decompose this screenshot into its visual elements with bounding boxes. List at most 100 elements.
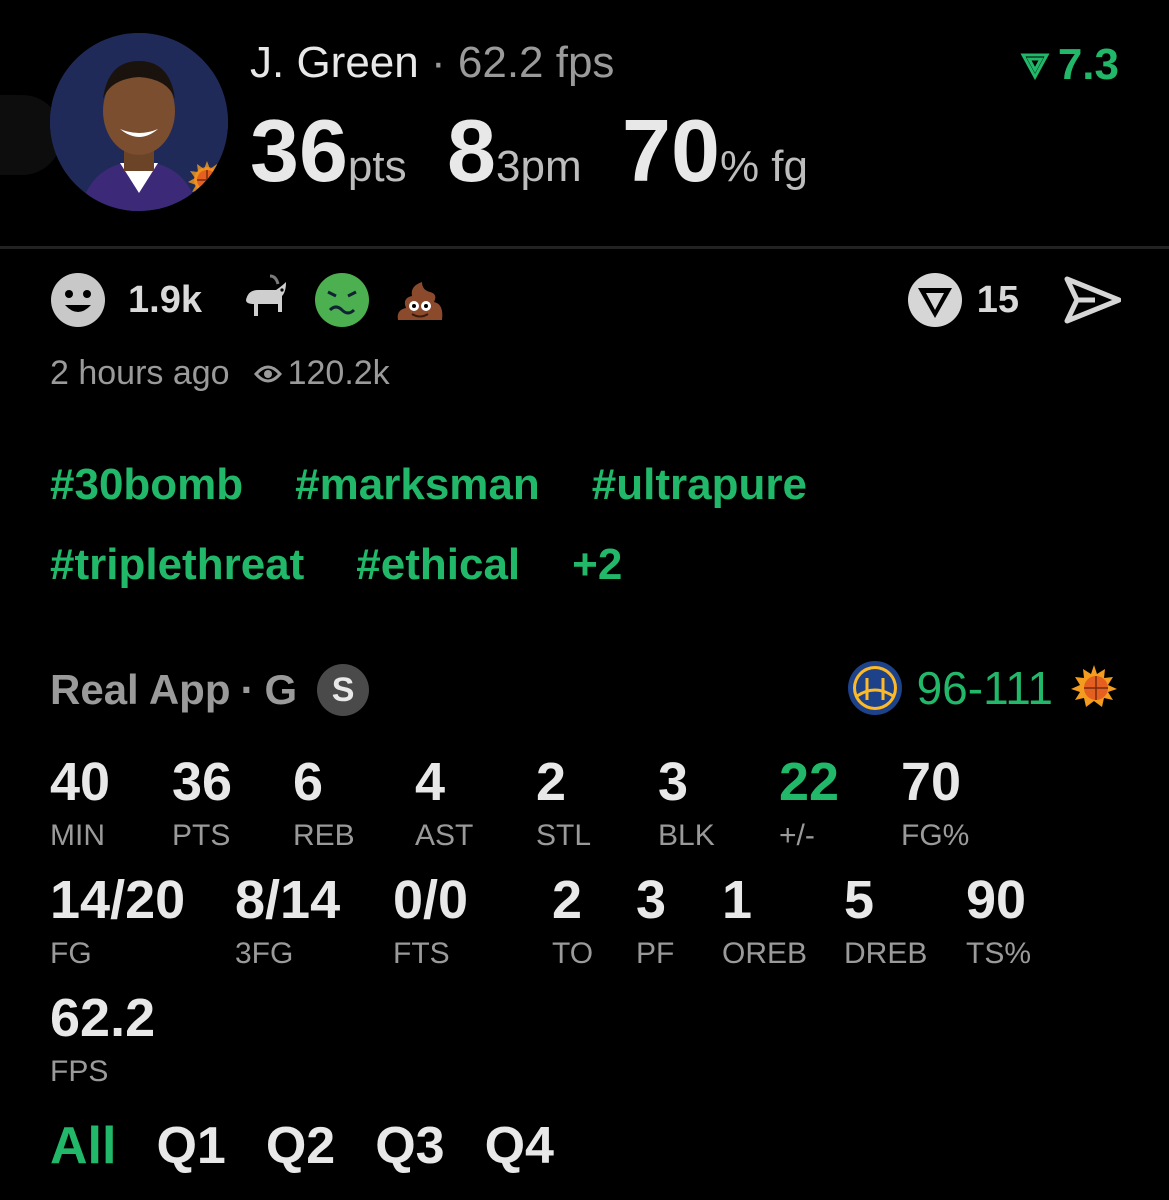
position: G: [264, 666, 298, 713]
tag[interactable]: #triplethreat: [50, 540, 304, 590]
reaction-count: 1.9k: [128, 278, 202, 321]
stat-label: TO: [552, 937, 594, 970]
player-name[interactable]: J. Green: [250, 38, 419, 87]
stat-label: FG: [50, 937, 92, 970]
stat-fps: 62.2 FPS: [50, 988, 155, 1090]
stat-reb: 6 REB: [293, 752, 355, 854]
stat-value: 3: [636, 870, 667, 930]
poop-icon[interactable]: [392, 272, 448, 328]
stat-label: PF: [636, 937, 675, 970]
player-avatar[interactable]: [50, 33, 228, 211]
separator-dot: ·: [240, 666, 255, 713]
real-coin-icon[interactable]: [907, 272, 963, 328]
reaction-bar: 1.9k: [50, 272, 448, 328]
fps-label: 62.2 fps: [457, 38, 615, 87]
stat-label: 3FG: [235, 937, 294, 970]
stat-label: FTS: [393, 937, 450, 970]
rating-value: 7.3: [1057, 40, 1119, 89]
fg-value: 70: [622, 101, 720, 200]
fg-unit: % fg: [719, 142, 808, 191]
stat-label: +/-: [779, 819, 815, 852]
stat-value: 6: [293, 752, 324, 812]
score-value: 96-111: [916, 662, 1053, 714]
stat-value: 2: [536, 752, 567, 812]
headline-stats: 36pts 83pm 70% fg: [250, 100, 844, 202]
divider: [0, 246, 1169, 249]
tag[interactable]: #ultrapure: [592, 460, 807, 510]
stat-label: STL: [536, 819, 592, 852]
sick-face-icon[interactable]: [314, 272, 370, 328]
stat-value: 5: [844, 870, 875, 930]
suns-logo-icon: [188, 161, 226, 198]
stat-label: AST: [415, 819, 474, 852]
post-meta: 2 hours ago 120.2k: [50, 354, 390, 393]
tag[interactable]: #30bomb: [50, 460, 243, 510]
tag[interactable]: #marksman: [295, 460, 540, 510]
stat-label: FG%: [901, 819, 970, 852]
stat-label: PTS: [172, 819, 231, 852]
tab-q3[interactable]: Q3: [375, 1116, 444, 1176]
suns-logo-icon: [1071, 665, 1117, 707]
stat-value: 90: [966, 870, 1027, 930]
smiley-icon[interactable]: [50, 272, 106, 328]
stat-pf: 3 PF: [636, 870, 674, 972]
separator-dot: ·: [430, 38, 446, 87]
stat-label: FPS: [50, 1055, 109, 1088]
stat-value: 2: [552, 870, 583, 930]
stat-value: 70: [901, 752, 962, 812]
threes-value: 8: [447, 101, 496, 200]
threes-unit: 3pm: [496, 142, 582, 191]
stat-oreb: 1 OREB: [722, 870, 807, 972]
stat-label: BLK: [658, 819, 715, 852]
stat-value: 0/0: [393, 870, 469, 930]
eye-icon: [253, 365, 282, 382]
stat-value: 62.2: [50, 988, 156, 1048]
stat-value: 40: [50, 752, 111, 812]
rating[interactable]: 7.3: [1020, 40, 1119, 90]
points-unit: pts: [347, 142, 407, 191]
game-score[interactable]: 96-111: [847, 660, 1121, 716]
stat-to: 2 TO: [552, 870, 593, 972]
stat-value: 3: [658, 752, 689, 812]
stat-pts: 36 PTS: [172, 752, 232, 854]
more-tags-button[interactable]: +2: [572, 540, 622, 590]
stat-fg: 14/20 FG: [50, 870, 185, 972]
send-icon[interactable]: [1063, 275, 1121, 325]
warriors-logo-icon: [847, 661, 902, 715]
tab-q4[interactable]: Q4: [485, 1116, 554, 1176]
stat-label: TS%: [966, 937, 1032, 970]
tab-all[interactable]: All: [50, 1116, 116, 1176]
stat-value: 4: [415, 752, 446, 812]
coin-count: 15: [976, 278, 1019, 321]
real-logo-icon: [1020, 53, 1050, 80]
time-ago: 2 hours ago: [50, 354, 230, 392]
stat-fg-pct: 70 FG%: [901, 752, 969, 854]
stat-stl: 2 STL: [536, 752, 591, 854]
stat-value: 36: [172, 752, 233, 812]
tab-q1[interactable]: Q1: [156, 1116, 225, 1176]
stat-fts: 0/0 FTS: [393, 870, 468, 972]
player-name-line: J. Green · 62.2 fps: [250, 38, 614, 88]
stat-dreb: 5 DREB: [844, 870, 927, 972]
stat-value: 14/20: [50, 870, 186, 930]
game-source[interactable]: Real App: [50, 666, 230, 714]
stat-label: OREB: [722, 937, 808, 970]
share-actions: 15: [907, 272, 1121, 328]
stat-min: 40 MIN: [50, 752, 110, 854]
stat-label: MIN: [50, 819, 105, 852]
game-source-line: Real App · G S: [50, 664, 370, 716]
view-count: 120.2k: [253, 354, 390, 393]
views-value: 120.2k: [287, 354, 390, 392]
stat-blk: 3 BLK: [658, 752, 715, 854]
tag-row-1: #30bomb #marksman #ultrapure: [50, 460, 807, 510]
stat-ts-pct: 90 TS%: [966, 870, 1031, 972]
quarter-tabs: All Q1 Q2 Q3 Q4: [50, 1116, 554, 1176]
goat-icon[interactable]: [236, 272, 292, 328]
tab-q2[interactable]: Q2: [266, 1116, 335, 1176]
starter-badge: S: [317, 664, 370, 716]
tag-row-2: #triplethreat #ethical +2: [50, 540, 622, 590]
tag[interactable]: #ethical: [356, 540, 520, 590]
stat-value: 1: [722, 870, 753, 930]
stat-3fg: 8/14 3FG: [235, 870, 340, 972]
stat-value: 8/14: [235, 870, 341, 930]
